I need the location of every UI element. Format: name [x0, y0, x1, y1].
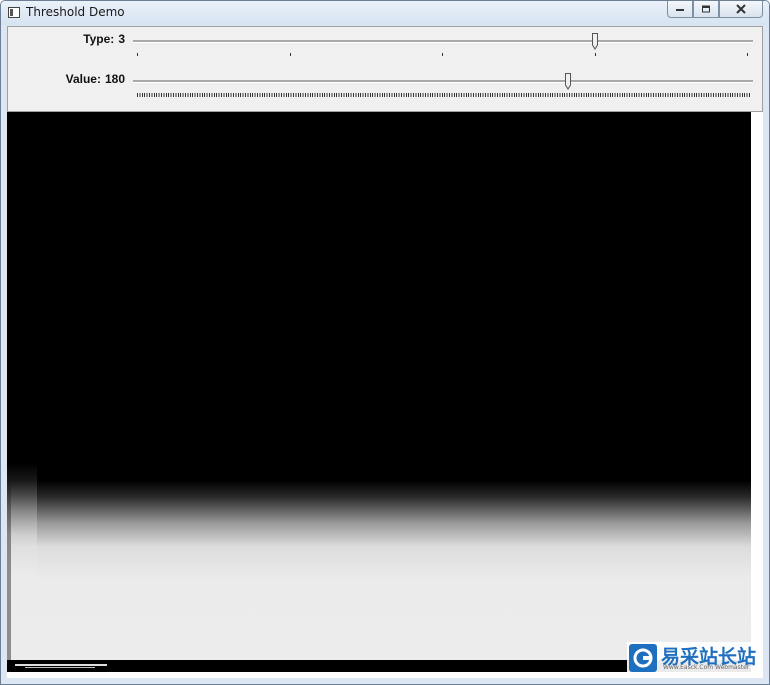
title-bar[interactable]: Threshold Demo	[1, 1, 769, 25]
watermark: 易采站长站 Www.Easck.Com Webmaster	[627, 642, 761, 674]
threshold-image	[7, 112, 751, 672]
value-trackbar-label: Value: 180	[8, 72, 125, 86]
caption-buttons	[667, 1, 763, 19]
type-slider-thumb[interactable]	[591, 33, 598, 50]
minimize-icon	[676, 9, 684, 11]
minimize-button[interactable]	[667, 1, 693, 18]
type-trackbar-label: Type: 3	[8, 32, 125, 46]
type-slider-tick	[289, 53, 291, 56]
type-trackbar-row: Type: 3	[8, 27, 762, 67]
client-area: Type: 3 Value: 180 易采站长站 Www.Easck.Com W…	[7, 26, 763, 678]
value-slider-ticks	[137, 93, 750, 97]
app-window-icon	[8, 7, 20, 18]
type-slider-tick	[747, 53, 748, 56]
type-slider-tick	[442, 53, 443, 56]
restore-button[interactable]	[693, 1, 719, 18]
threshold-output	[7, 112, 751, 672]
value-slider-track[interactable]	[133, 80, 753, 83]
app-window: Threshold Demo Type: 3 Value: 180 易采站长站 …	[0, 0, 770, 685]
type-label-value: 3	[118, 32, 125, 46]
value-slider-thumb[interactable]	[564, 73, 571, 90]
value-trackbar-row: Value: 180	[8, 67, 762, 107]
window-title: Threshold Demo	[26, 5, 125, 19]
value-label-value: 180	[104, 72, 125, 86]
value-label-text: Value:	[65, 72, 101, 86]
type-label-text: Type:	[83, 32, 115, 46]
type-slider-tick	[594, 53, 596, 56]
restore-icon	[702, 5, 710, 13]
trackbar-panel: Type: 3 Value: 180	[7, 26, 763, 112]
close-icon	[736, 4, 746, 14]
close-button[interactable]	[719, 1, 763, 18]
type-slider-tick	[137, 53, 138, 56]
watermark-logo-icon	[629, 644, 657, 672]
watermark-subtext: Www.Easck.Com Webmaster	[663, 664, 750, 671]
type-slider-track[interactable]	[133, 40, 753, 43]
